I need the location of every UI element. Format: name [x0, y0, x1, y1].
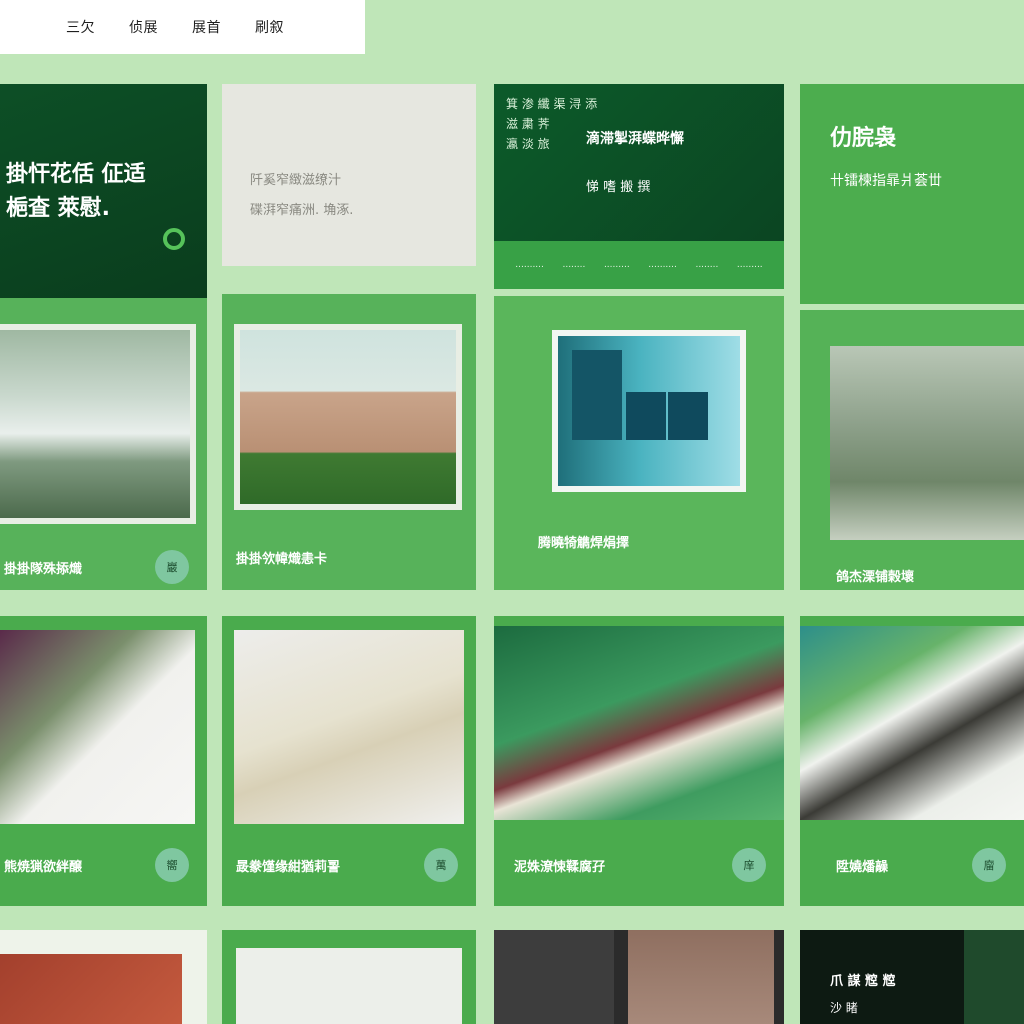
hero-line2: 碟湃窄痛洲. 埆涿. — [250, 203, 354, 218]
band-item: ........ — [562, 260, 586, 270]
nav-item-3[interactable]: 展首 — [192, 17, 221, 37]
card-caption: 鸽杰溧铺榖壞 — [836, 569, 915, 585]
card-item-6[interactable] — [222, 930, 476, 1024]
screen-image — [552, 330, 746, 492]
card-footer: 晸豢馑缘紺猶莉䛐 萬 — [222, 838, 476, 892]
card-caption: 掛掛欦幃熾恚卡 — [236, 551, 328, 567]
card-footer: 陞嬈燔髞 廇 — [800, 838, 1024, 892]
hero-line1: 阡奚窄緻滋缭汁 — [250, 173, 342, 188]
nav-item-1[interactable]: 三欠 — [66, 17, 95, 37]
herbs-image — [0, 630, 195, 824]
screen-panel — [668, 392, 708, 440]
top-nav: 三欠 侦展 展首 刷叙 — [0, 0, 365, 54]
hero-subtitle: 卄镭楝指暃爿荟丗 — [830, 173, 942, 189]
hero-title-line1: 掛忓花佸 佂适 — [6, 162, 146, 187]
ring-icon — [163, 228, 185, 250]
leather-image — [0, 954, 182, 1024]
card-footer: 掛掛隊殊掭熾 巖 — [0, 540, 207, 590]
card-footer: 泥姝潦悚鞣腐孖 庠 — [494, 838, 784, 892]
card-feature-2[interactable]: 阡奚窄緻滋缭汁 碟湃窄痛洲. 埆涿. 掛掛欦幃熾恚卡 — [222, 84, 476, 590]
card-action-button[interactable]: 廇 — [972, 848, 1006, 882]
card-footer: 熊焼猟欲絆醸 嚮 — [0, 838, 207, 892]
card-item-8[interactable]: 爪 謀 䆪 䆪 沙 睹 — [800, 930, 1024, 1024]
temple-image — [830, 346, 1024, 540]
card-item-3[interactable]: 泥姝潦悚鞣腐孖 庠 — [494, 616, 784, 906]
card-item-2[interactable]: 晸豢馑缘紺猶莉䛐 萬 — [222, 616, 476, 906]
card-hero: 阡奚窄緻滋缭汁 碟湃窄痛洲. 埆涿. — [222, 84, 476, 266]
card-action-button[interactable]: 萬 — [424, 848, 458, 882]
screen-panel — [572, 350, 622, 440]
card-item-4[interactable]: 陞嬈燔髞 廇 — [800, 616, 1024, 906]
fabric-image — [628, 930, 774, 1024]
card-action-button[interactable]: 巖 — [155, 550, 189, 584]
card-caption: 泥姝潦悚鞣腐孖 — [514, 859, 606, 875]
image-panel: 掛掛隊殊掭熾 巖 — [0, 298, 207, 590]
card-feature-4[interactable]: 仂脘袅 卄镭楝指暃爿荟丗 鸽杰溧铺榖壞 — [800, 84, 1024, 590]
waterfall-image — [0, 324, 196, 524]
band-item: ......... — [603, 260, 630, 270]
card-caption: 陞嬈燔髞 — [836, 859, 889, 875]
card-caption: 腾曉犄觹焊焆擇 — [538, 535, 630, 551]
building-image — [234, 324, 462, 510]
card-footer: 腾曉犄觹焊焆擇 — [494, 514, 784, 568]
image-panel: 腾曉犄觹焊焆擇 — [494, 296, 784, 590]
image-panel: 鸽杰溧铺榖壞 — [800, 310, 1024, 590]
band-item: ........ — [695, 260, 719, 270]
hero-sub: 悌 嗜 搬 撰 — [586, 180, 651, 195]
card-caption: 晸豢馑缘紺猶莉䛐 — [236, 859, 341, 875]
card-item-5[interactable] — [0, 930, 207, 1024]
info-band: .......... ........ ......... ..........… — [494, 241, 784, 289]
sketch-image — [236, 948, 462, 1024]
fabric-image — [494, 930, 614, 1024]
band-item: ......... — [736, 260, 763, 270]
card-feature-3[interactable]: 箕 渗 纖 渠 浔 添 滋 粛 荠 瀛 淡 旅 滴滞掣湃蝶晔懈 悌 嗜 搬 撰 … — [494, 84, 784, 590]
band-item: .......... — [648, 260, 677, 270]
card-caption: 掛掛隊殊掭熾 — [4, 561, 83, 577]
card-footer: 掛掛欦幃熾恚卡 — [222, 530, 476, 584]
card-caption: 熊焼猟欲絆醸 — [4, 859, 83, 875]
card-hero: 仂脘袅 卄镭楝指暃爿荟丗 — [800, 84, 1024, 304]
hero-title-line2: 梔査 萊慰. — [6, 196, 111, 221]
card-feature-1[interactable]: 掛忓花佸 佂适 梔査 萊慰. 掛掛隊殊掭熾 巖 — [0, 84, 207, 590]
nav-item-2[interactable]: 侦展 — [129, 17, 158, 37]
collage-image — [800, 626, 1024, 820]
card-item-1[interactable]: 熊焼猟欲絆醸 嚮 — [0, 616, 207, 906]
card-hero: 掛忓花佸 佂适 梔査 萊慰. — [0, 84, 207, 298]
hero-main: 滴滞掣湃蝶晔懈 — [586, 131, 684, 147]
hero-title: 仂脘袅 — [830, 126, 897, 151]
card-action-button[interactable]: 嚮 — [155, 848, 189, 882]
card-grid: 掛忓花佸 佂适 梔査 萊慰. 掛掛隊殊掭熾 巖 阡奚窄緻滋缭汁 碟湃窄痛洲. 埆… — [0, 84, 1024, 1024]
image-panel: 掛掛欦幃熾恚卡 — [222, 294, 476, 590]
paper-image — [234, 630, 464, 824]
book-image — [494, 626, 784, 820]
screen-panel — [626, 392, 666, 440]
decor-block — [964, 930, 1024, 1024]
band-item: .......... — [515, 260, 544, 270]
card-hero: 箕 渗 纖 渠 浔 添 滋 粛 荠 瀛 淡 旅 滴滞掣湃蝶晔懈 悌 嗜 搬 撰 — [494, 84, 784, 241]
card-action-button[interactable]: 庠 — [732, 848, 766, 882]
card-footer: 鸽杰溧铺榖壞 — [800, 548, 1024, 590]
hero-tag-1: 箕 渗 纖 渠 浔 添 — [506, 97, 598, 111]
card-item-7[interactable] — [494, 930, 784, 1024]
nav-item-4[interactable]: 刷叙 — [255, 17, 284, 37]
